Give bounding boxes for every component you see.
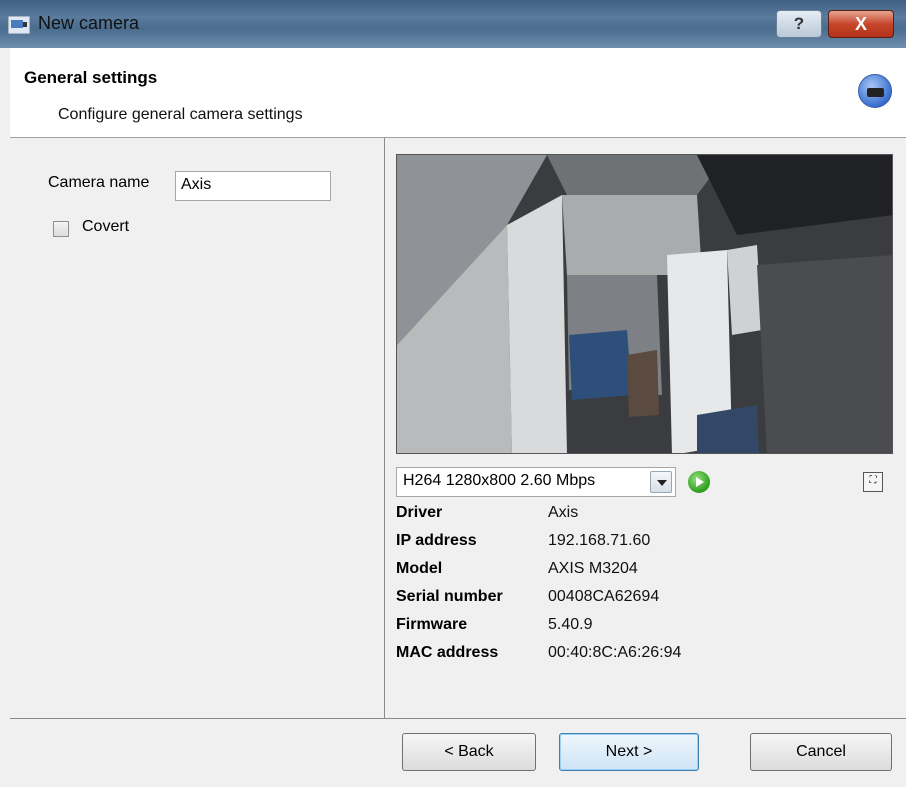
camera-icon: [858, 74, 892, 108]
page-title: General settings: [24, 68, 158, 87]
page-header: General settings Configure general camer…: [10, 48, 906, 138]
info-row: Firmware 5.40.9: [396, 616, 736, 644]
info-key-firmware: Firmware: [396, 616, 468, 633]
play-icon[interactable]: [688, 471, 710, 493]
info-value-ip: 192.168.71.60: [548, 532, 651, 549]
info-row: IP address 192.168.71.60: [396, 532, 736, 560]
info-value-driver: Axis: [548, 504, 579, 521]
preview-pane: H264 1280x800 2.60 Mbps ⛶ Driver Axis IP…: [385, 138, 906, 718]
camera-preview-image: [397, 155, 892, 453]
covert-label: Covert: [82, 218, 130, 235]
back-button[interactable]: < Back: [402, 733, 536, 771]
info-value-firmware: 5.40.9: [548, 616, 593, 633]
info-value-mac: 00:40:8C:A6:26:94: [548, 644, 682, 661]
info-key-driver: Driver: [396, 504, 443, 521]
info-value-model: AXIS M3204: [548, 560, 638, 577]
camera-name-input[interactable]: Axis: [175, 171, 331, 201]
camera-preview: [396, 154, 893, 454]
info-row: Model AXIS M3204: [396, 560, 736, 588]
info-key-serial: Serial number: [396, 588, 503, 605]
info-row: Serial number 00408CA62694: [396, 588, 736, 616]
stream-select-value: H264 1280x800 2.60 Mbps: [403, 472, 596, 489]
info-value-serial: 00408CA62694: [548, 588, 660, 605]
info-key-model: Model: [396, 560, 443, 577]
help-button[interactable]: ?: [776, 10, 822, 38]
camera-name-label: Camera name: [48, 174, 150, 191]
window-title: New camera: [38, 13, 140, 33]
fullscreen-icon[interactable]: ⛶: [863, 472, 883, 492]
title-bar: New camera ? X: [0, 0, 906, 48]
settings-pane: Camera name Axis Covert: [10, 138, 384, 718]
wizard-footer: < Back Next > Cancel: [10, 719, 906, 787]
covert-checkbox[interactable]: [53, 221, 69, 237]
page-subtitle: Configure general camera settings: [58, 106, 303, 123]
camera-window-icon: [8, 16, 30, 34]
next-button[interactable]: Next >: [559, 733, 699, 771]
close-button[interactable]: X: [828, 10, 894, 38]
info-key-mac: MAC address: [396, 644, 499, 661]
info-row: MAC address 00:40:8C:A6:26:94: [396, 644, 736, 672]
info-row: Driver Axis: [396, 504, 736, 532]
window-border: [0, 48, 10, 787]
info-key-ip: IP address: [396, 532, 477, 549]
stream-select[interactable]: H264 1280x800 2.60 Mbps: [396, 467, 676, 497]
chevron-down-icon[interactable]: [650, 471, 672, 493]
cancel-button[interactable]: Cancel: [750, 733, 892, 771]
